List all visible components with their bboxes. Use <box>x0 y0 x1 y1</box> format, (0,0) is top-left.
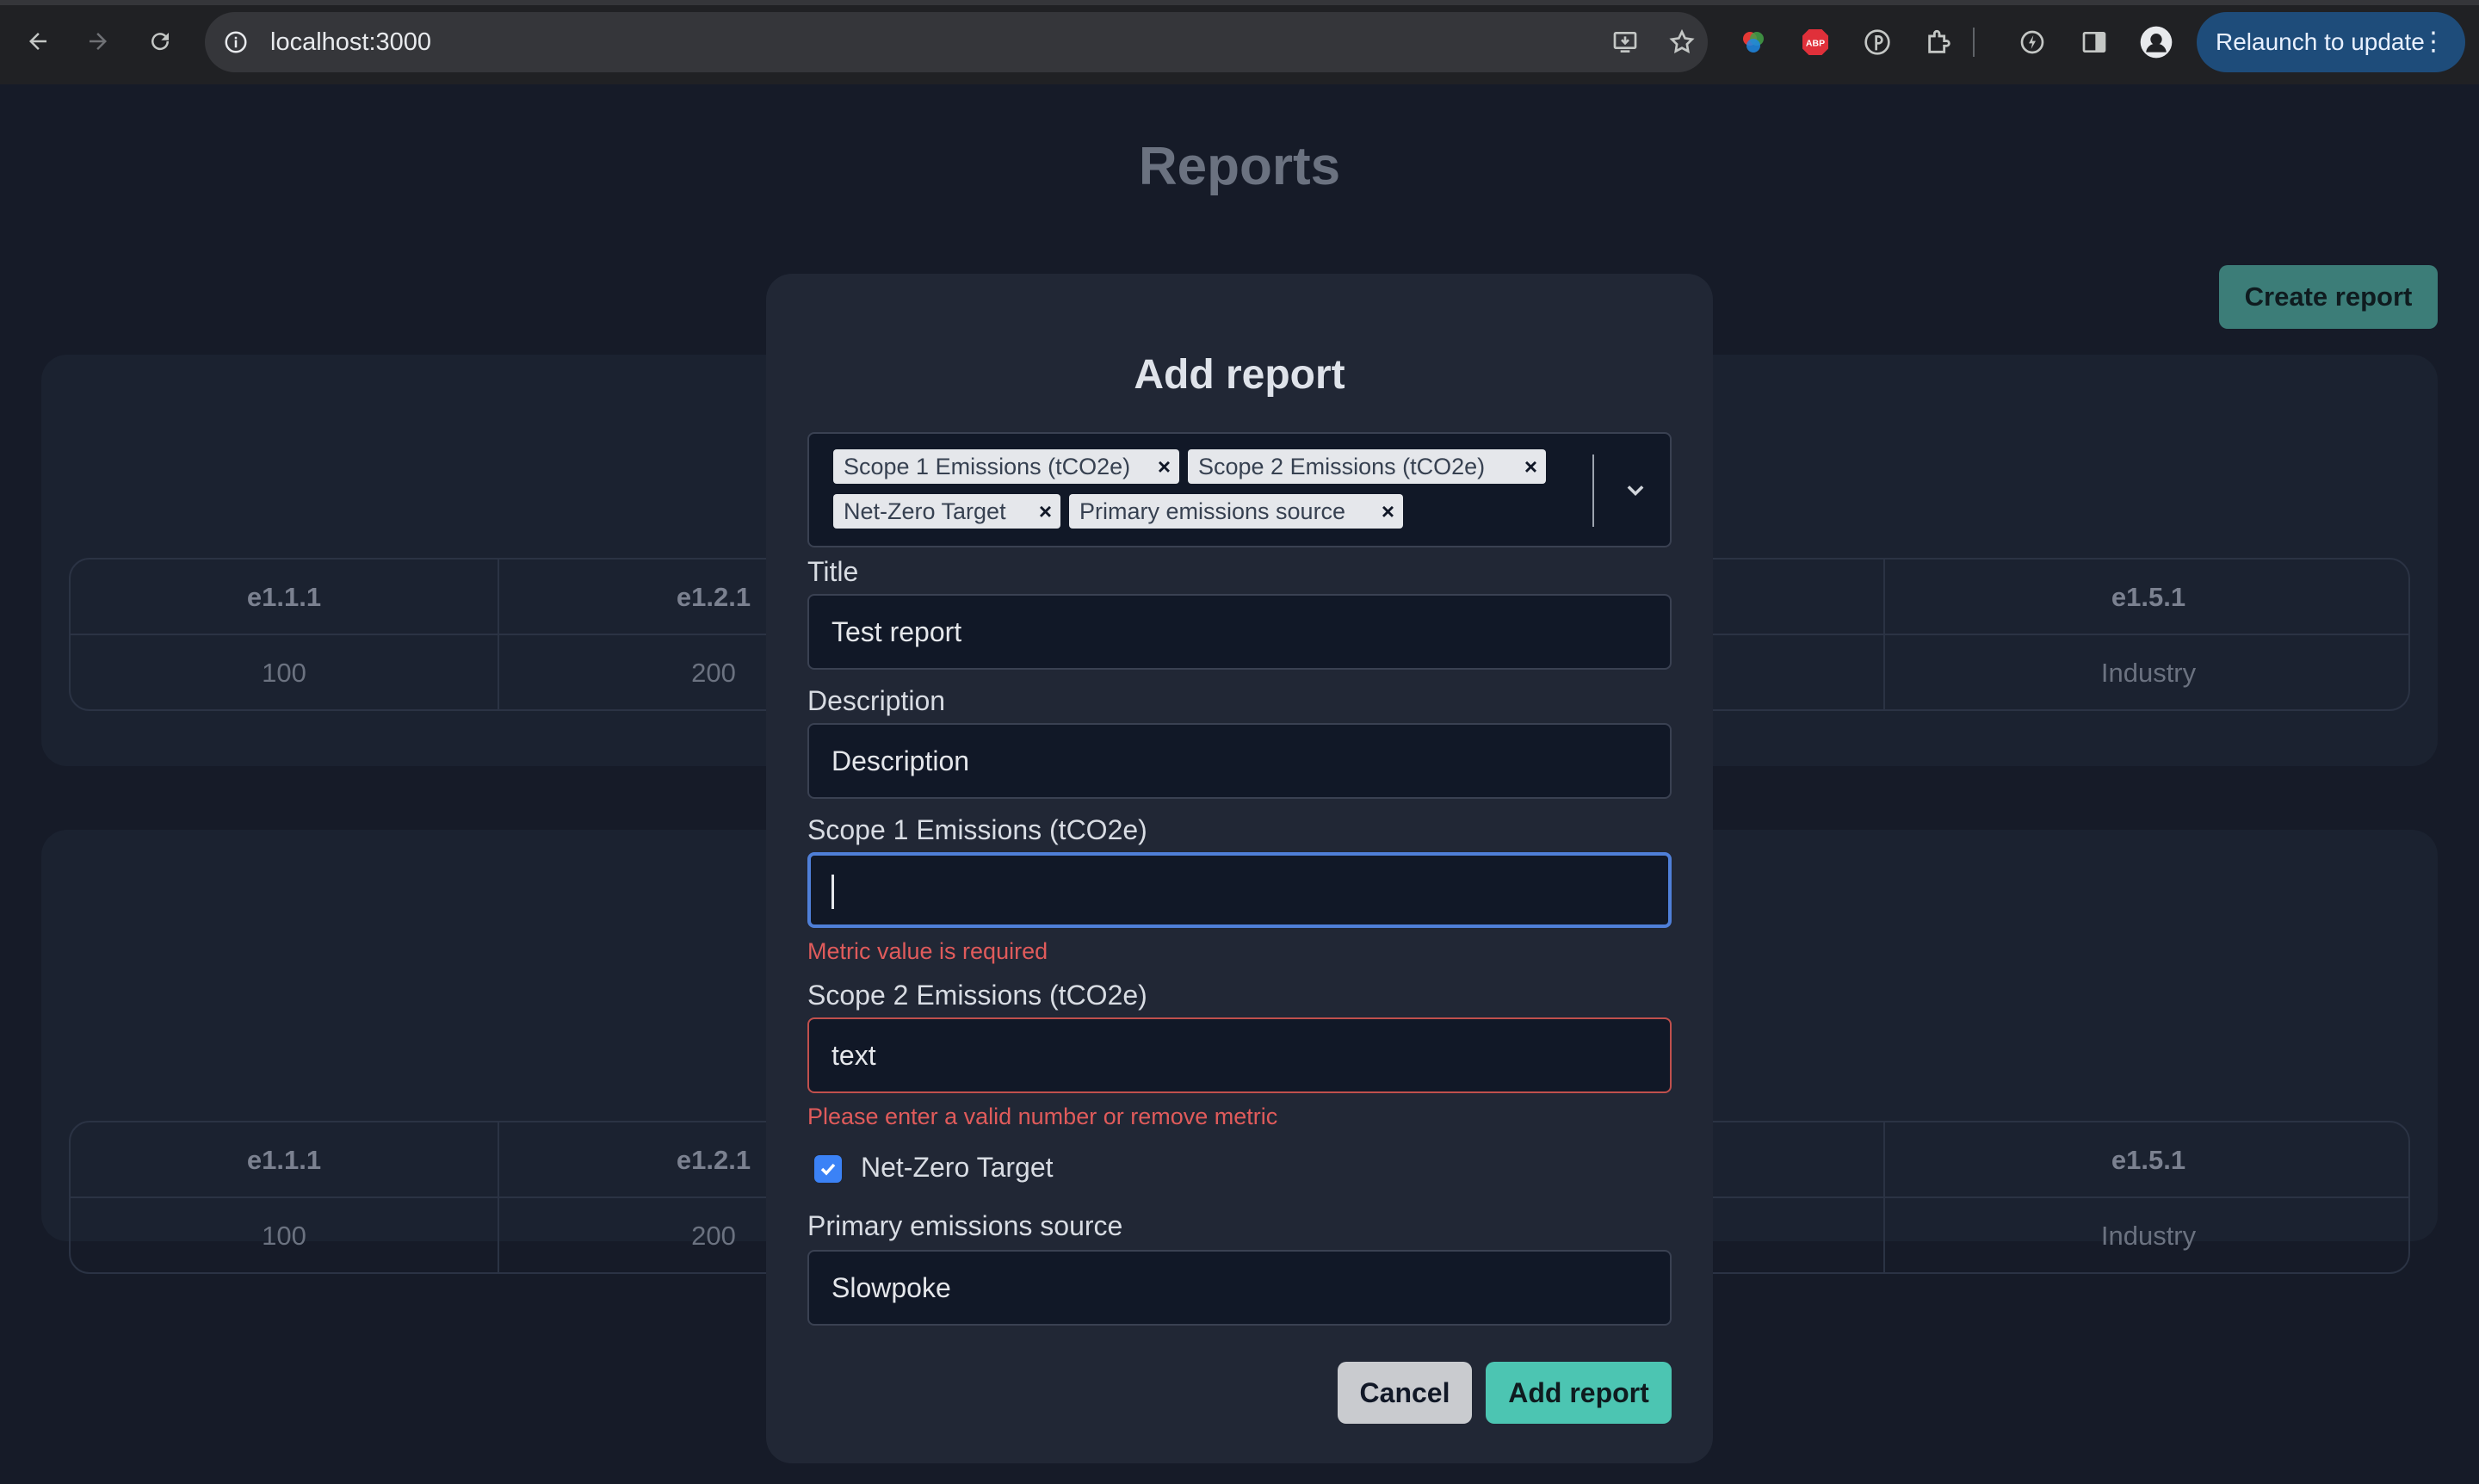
adblock-extension-icon[interactable]: ABP <box>1797 24 1833 60</box>
metrics-multiselect[interactable]: Scope 1 Emissions (tCO2e) × Scope 2 Emis… <box>807 432 1672 547</box>
description-input[interactable]: Description <box>807 723 1672 799</box>
toolbar-divider <box>1971 24 1976 60</box>
chip-remove-icon[interactable]: × <box>1524 449 1537 484</box>
metric-chip: Scope 1 Emissions (tCO2e) × <box>833 449 1179 484</box>
chip-label: Primary emissions source <box>1079 498 1346 524</box>
forward-icon[interactable] <box>77 21 119 62</box>
back-icon[interactable] <box>17 21 59 62</box>
table-header-cell: e1.1.1 <box>246 1145 322 1175</box>
scope2-error: Please enter a valid number or remove me… <box>807 1104 1278 1129</box>
add-report-modal: Add report Scope 1 Emissions (tCO2e) × S… <box>766 274 1713 1463</box>
add-report-button[interactable]: Add report <box>1486 1362 1672 1424</box>
relaunch-to-update-button[interactable]: Relaunch to update ⋮ <box>2197 12 2465 72</box>
side-panel-icon[interactable] <box>2076 24 2112 60</box>
chip-label: Net-Zero Target <box>844 498 1006 524</box>
modal-title: Add report <box>1134 352 1345 398</box>
create-report-button[interactable]: Create report <box>2219 265 2438 329</box>
scope1-error: Metric value is required <box>807 938 1048 964</box>
chip-remove-icon[interactable]: × <box>1158 449 1171 484</box>
table-header-cell: e1.5.1 <box>2111 582 2186 612</box>
title-input[interactable]: Test report <box>807 594 1672 670</box>
chevron-down-icon[interactable] <box>1617 472 1654 510</box>
site-info-icon[interactable] <box>220 27 251 58</box>
metric-chip: Net-Zero Target × <box>833 494 1060 529</box>
dropdown-divider <box>1592 454 1594 527</box>
table-header-cell: e1.1.1 <box>246 582 322 612</box>
address-bar[interactable]: localhost:3000 <box>205 12 1708 72</box>
metric-chip: Primary emissions source × <box>1069 494 1403 529</box>
text-caret <box>831 875 834 909</box>
chip-remove-icon[interactable]: × <box>1039 494 1052 529</box>
column-divider <box>1883 560 1885 709</box>
extensions-puzzle-icon[interactable] <box>1921 24 1957 60</box>
chip-remove-icon[interactable]: × <box>1382 494 1394 529</box>
net-zero-label: Net-Zero Target <box>861 1152 1054 1183</box>
chip-label: Scope 2 Emissions (tCO2e) <box>1198 454 1486 479</box>
reload-icon[interactable] <box>139 21 181 62</box>
primary-source-input[interactable]: Slowpoke <box>807 1250 1672 1326</box>
browser-toolbar: localhost:3000 ABP Relaunch to update ⋮ <box>0 0 2479 84</box>
more-menu-icon[interactable]: ⋮ <box>2420 28 2446 57</box>
install-app-icon[interactable] <box>1610 27 1641 58</box>
scope1-input[interactable] <box>807 852 1672 928</box>
color-picker-extension-icon[interactable] <box>1735 24 1771 60</box>
tab-strip <box>0 0 2479 5</box>
table-cell: 100 <box>262 1221 306 1251</box>
table-cell: Industry <box>2100 1221 2197 1251</box>
performance-icon[interactable] <box>2014 24 2050 60</box>
primary-source-label: Primary emissions source <box>807 1210 1123 1241</box>
page-title: Reports <box>1138 137 1341 196</box>
table-cell: Industry <box>2100 658 2197 688</box>
column-divider <box>498 560 499 709</box>
metric-chip: Scope 2 Emissions (tCO2e) × <box>1188 449 1546 484</box>
scope2-input[interactable]: text <box>807 1017 1672 1093</box>
scope1-label: Scope 1 Emissions (tCO2e) <box>807 814 1147 845</box>
url-text: localhost:3000 <box>270 28 432 56</box>
cancel-button[interactable]: Cancel <box>1338 1362 1472 1424</box>
table-header-cell: e1.5.1 <box>2111 1145 2186 1175</box>
profile-avatar-icon[interactable] <box>2138 24 2174 60</box>
pinterest-extension-icon[interactable] <box>1859 24 1895 60</box>
bookmark-star-icon[interactable] <box>1666 27 1697 58</box>
title-label: Title <box>807 556 859 587</box>
reports-page: Reports Create report e1.1.1 e1.2.1 e1.5… <box>0 84 2479 1484</box>
column-divider <box>498 1122 499 1272</box>
relaunch-label: Relaunch to update <box>2216 28 2425 55</box>
column-divider <box>1883 1122 1885 1272</box>
chip-label: Scope 1 Emissions (tCO2e) <box>844 454 1131 479</box>
adblock-label: ABP <box>1806 39 1825 49</box>
scope2-label: Scope 2 Emissions (tCO2e) <box>807 980 1147 1011</box>
table-cell: 100 <box>262 658 306 688</box>
net-zero-checkbox[interactable] <box>814 1155 842 1183</box>
description-label: Description <box>807 685 946 716</box>
